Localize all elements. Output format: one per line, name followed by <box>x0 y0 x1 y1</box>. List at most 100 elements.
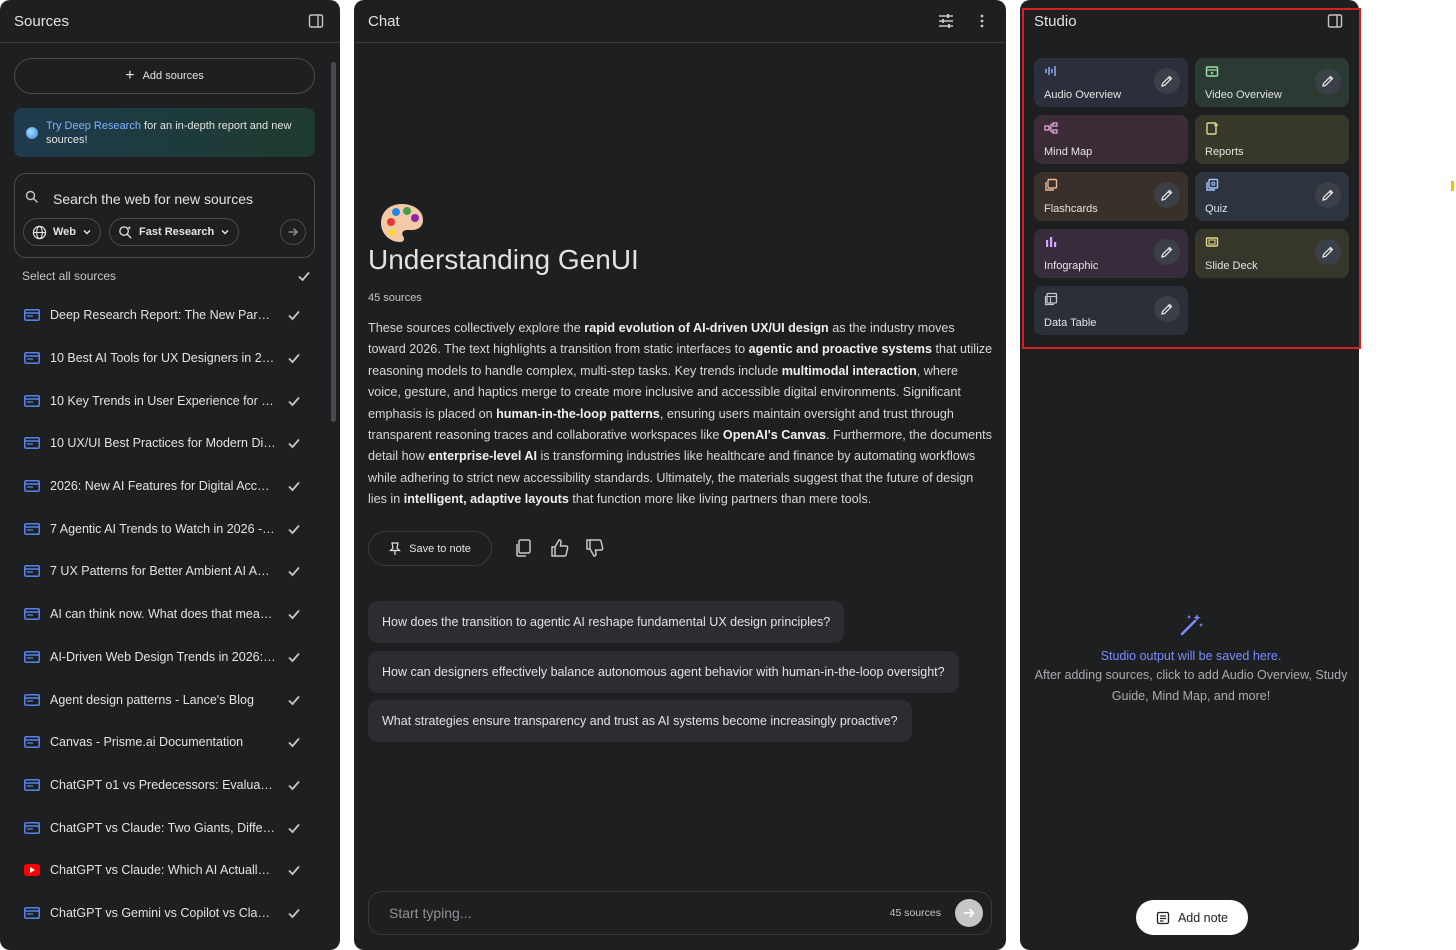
web-chip[interactable]: Web <box>23 218 102 246</box>
save-to-note-button[interactable]: Save to note <box>368 531 492 566</box>
plus-icon: + <box>125 67 135 84</box>
studio-tile-audio-overview[interactable]: Audio Overview <box>1034 58 1188 107</box>
edit-pencil-icon[interactable] <box>1154 296 1180 322</box>
web-search-input[interactable] <box>53 191 293 207</box>
web-source-icon <box>24 650 40 663</box>
deep-research-link[interactable]: Try Deep Research <box>46 120 141 132</box>
edit-pencil-icon[interactable] <box>1315 182 1341 208</box>
source-item-label: Canvas - Prisme.ai Documentation <box>50 735 244 750</box>
collapse-panel-icon[interactable] <box>1325 11 1345 31</box>
chat-header: Chat <box>354 0 1006 43</box>
source-checkbox[interactable] <box>286 350 302 366</box>
edit-pencil-icon[interactable] <box>1315 239 1341 265</box>
source-checkbox[interactable] <box>286 435 302 451</box>
source-checkbox[interactable] <box>286 692 302 708</box>
source-item[interactable]: 2026: New AI Features for Digital Access… <box>0 465 330 508</box>
edit-pencil-icon[interactable] <box>1154 182 1180 208</box>
source-checkbox[interactable] <box>286 393 302 409</box>
note-icon <box>1156 911 1170 924</box>
studio-tile-label: Data Table <box>1044 317 1097 329</box>
studio-tile-quiz[interactable]: Quiz <box>1195 172 1349 221</box>
suggested-question-2[interactable]: How can designers effectively balance au… <box>368 651 959 693</box>
web-source-icon <box>24 309 40 322</box>
web-source-icon <box>24 480 40 492</box>
save-to-note-label: Save to note <box>409 542 471 555</box>
studio-tile-label: Video Overview <box>1205 89 1282 101</box>
source-checkbox[interactable] <box>286 649 302 665</box>
source-checkbox[interactable] <box>286 478 302 494</box>
source-item[interactable]: Deep Research Report: The New Paradigm <box>0 294 330 337</box>
chat-title: Chat <box>368 12 400 30</box>
chevron-down-icon <box>221 229 229 235</box>
source-checkbox[interactable] <box>286 563 302 579</box>
select-all-checkbox[interactable] <box>296 268 312 284</box>
sources-header: Sources <box>0 0 340 43</box>
studio-tile-label: Quiz <box>1205 203 1228 215</box>
source-item[interactable]: AI can think now. What does that mean fo… <box>0 593 330 636</box>
source-item[interactable]: Agent design patterns - Lance's Blog <box>0 678 330 721</box>
copy-icon[interactable] <box>513 537 535 559</box>
source-checkbox[interactable] <box>286 734 302 750</box>
search-submit-button[interactable] <box>280 219 306 245</box>
more-vert-icon[interactable] <box>972 11 992 31</box>
source-item[interactable]: AI-Driven Web Design Trends in 2026: ... <box>0 636 330 679</box>
source-item-label: ChatGPT vs Gemini vs Copilot vs Claude <box>50 905 276 920</box>
source-checkbox[interactable] <box>286 820 302 836</box>
chat-input[interactable] <box>389 905 890 921</box>
source-checkbox[interactable] <box>286 777 302 793</box>
add-sources-button[interactable]: + Add sources <box>14 58 315 94</box>
add-sources-label: Add sources <box>142 70 204 82</box>
source-item-label: 7 Agentic AI Trends to Watch in 2026 - .… <box>50 521 276 536</box>
source-checkbox[interactable] <box>286 606 302 622</box>
edit-pencil-icon[interactable] <box>1154 239 1180 265</box>
send-button[interactable] <box>955 899 983 927</box>
edit-pencil-icon[interactable] <box>1154 68 1180 94</box>
studio-tile-mind-map[interactable]: Mind Map <box>1034 115 1188 164</box>
mind-map-icon <box>1044 121 1178 135</box>
arrow-right-icon <box>288 228 298 236</box>
source-item-label: Deep Research Report: The New Paradigm <box>50 308 276 323</box>
source-item[interactable]: ChatGPT o1 vs Predecessors: Evaluating <box>0 764 330 807</box>
add-note-label: Add note <box>1177 910 1229 925</box>
source-checkbox[interactable] <box>286 862 302 878</box>
suggested-question-1[interactable]: How does the transition to agentic AI re… <box>368 601 845 643</box>
source-item[interactable]: ChatGPT vs Claude: Which AI Actually ... <box>0 849 330 892</box>
fast-research-chip[interactable]: Fast Research <box>109 218 240 246</box>
source-item[interactable]: ChatGPT vs Gemini vs Copilot vs Claude <box>0 892 330 935</box>
studio-tile-reports[interactable]: Reports <box>1195 115 1349 164</box>
edge-marker <box>1451 181 1454 191</box>
source-item[interactable]: 10 Key Trends in User Experience for 202… <box>0 379 330 422</box>
summary-highlight: intelligent, adaptive layouts <box>403 492 569 507</box>
source-item[interactable]: 10 Best AI Tools for UX Designers in 202… <box>0 337 330 380</box>
globe-icon <box>32 225 47 239</box>
source-item[interactable]: 7 Agentic AI Trends to Watch in 2026 - .… <box>0 507 330 550</box>
add-note-button[interactable]: Add note <box>1136 900 1248 935</box>
edit-pencil-icon[interactable] <box>1315 68 1341 94</box>
source-item[interactable]: 10 UX/UI Best Practices for Modern Digit… <box>0 422 330 465</box>
source-item[interactable]: Canvas - Prisme.ai Documentation <box>0 721 330 764</box>
studio-tile-label: Reports <box>1205 146 1244 158</box>
collapse-panel-icon[interactable] <box>306 11 326 31</box>
thumbs-down-icon[interactable] <box>584 537 606 559</box>
web-source-icon <box>24 565 40 578</box>
sources-title: Sources <box>14 12 70 30</box>
select-all-label: Select all sources <box>22 269 117 283</box>
web-source-icon <box>24 736 40 749</box>
suggested-question-3[interactable]: What strategies ensure transparency and … <box>368 700 912 742</box>
studio-tile-infographic[interactable]: Infographic <box>1034 229 1188 278</box>
source-checkbox[interactable] <box>286 307 302 323</box>
summary-highlight: OpenAI's Canvas <box>722 428 827 443</box>
tune-icon[interactable] <box>936 11 956 31</box>
studio-tile-video-overview[interactable]: Video Overview <box>1195 58 1349 107</box>
thumbs-up-icon[interactable] <box>549 537 571 559</box>
source-item[interactable]: 7 UX Patterns for Better Ambient AI Agen… <box>0 550 330 593</box>
source-checkbox[interactable] <box>286 905 302 921</box>
studio-tile-data-table[interactable]: Data Table <box>1034 286 1188 335</box>
studio-tile-flashcards[interactable]: Flashcards <box>1034 172 1188 221</box>
studio-tile-slide-deck[interactable]: Slide Deck <box>1195 229 1349 278</box>
source-item[interactable]: ChatGPT vs Claude: Two Giants, Different <box>0 806 330 849</box>
sources-scrollbar[interactable] <box>331 62 336 422</box>
summary-text: that function more like living partners … <box>568 492 872 507</box>
deep-research-banner: Try Deep Research for an in-depth report… <box>14 108 315 157</box>
source-checkbox[interactable] <box>286 521 302 537</box>
